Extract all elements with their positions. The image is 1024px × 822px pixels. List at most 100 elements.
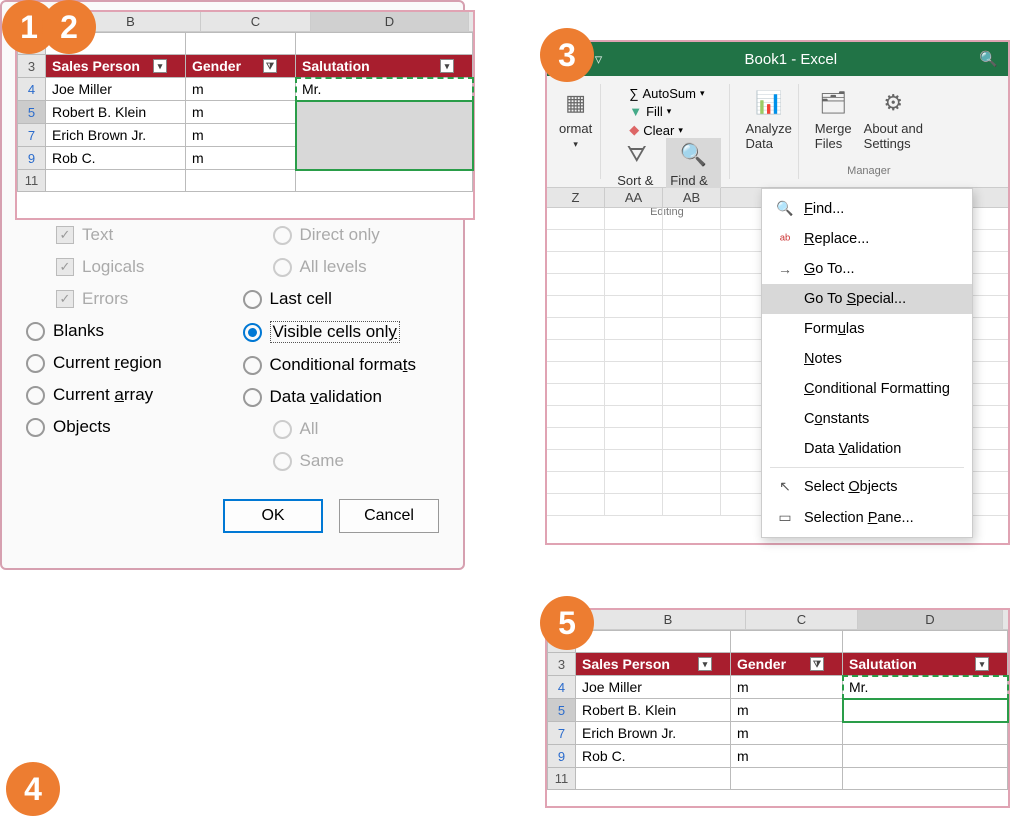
filter-icon[interactable]: ▾ [975,657,989,671]
radio-dv-all: All [243,413,440,445]
cell[interactable]: Robert B. Klein [46,101,186,124]
row-header[interactable]: 11 [548,768,576,790]
step-badge-5: 5 [540,596,594,650]
col-header[interactable]: AB [663,188,721,207]
radio-objects[interactable]: Objects [26,411,223,443]
cell[interactable]: Rob C. [46,147,186,170]
row-header[interactable]: 3 [548,653,576,676]
radio-data-validation[interactable]: Data validation [243,381,440,413]
ok-button[interactable]: OK [223,499,323,533]
dd-selection-pane[interactable]: ▭Selection Pane... [762,502,972,533]
radio-dv-same: Same [243,445,440,477]
cell[interactable]: m [186,78,296,101]
dd-goto-special[interactable]: Go To Special... [762,284,972,314]
cell[interactable]: Robert B. Klein [576,699,731,722]
cell[interactable]: m [186,147,296,170]
dd-select-objects[interactable]: ↖Select Objects [762,471,972,502]
col-header[interactable]: AA [605,188,663,207]
cell[interactable]: Erich Brown Jr. [576,722,731,745]
cell[interactable]: m [186,124,296,147]
filter-icon[interactable]: ⧩ [263,59,277,73]
table-header[interactable]: Salutation▾ [843,653,1008,676]
row-header[interactable]: 4 [548,676,576,699]
workbook-title: Book1 - Excel [745,51,838,68]
radio-cond-formats[interactable]: Conditional formats [243,349,440,381]
clear-button[interactable]: ◆ Clear ▾ [629,122,704,138]
radio-current-region[interactable]: Current region [26,347,223,379]
row-header[interactable]: 11 [18,170,46,192]
filter-icon[interactable]: ▾ [440,59,454,73]
merge-button[interactable]: 🗂MergeFiles [811,86,856,153]
dd-data-validation[interactable]: Data Validation [762,434,972,464]
cell[interactable]: m [186,101,296,124]
replace-icon: ᵃᵇ [776,231,794,247]
dd-formulas[interactable]: Formulas [762,314,972,344]
search-icon[interactable]: 🔍 [979,50,998,68]
sort-icon: ᗊ [622,140,652,170]
table-header[interactable]: Gender⧩ [186,55,296,78]
table-header[interactable]: Sales Person▾ [46,55,186,78]
about-button[interactable]: ⚙About andSettings [860,86,927,153]
radio-current-array[interactable]: Current array [26,379,223,411]
radio-direct-only: Direct only [243,219,440,251]
analyze-icon: 📊 [754,88,784,118]
row-header[interactable]: 3 [18,55,46,78]
row-header[interactable]: 4 [18,78,46,101]
sigma-icon: ∑ [629,86,638,101]
dd-cond-format[interactable]: Conditional Formatting [762,374,972,404]
row-header[interactable]: 7 [548,722,576,745]
dd-constants[interactable]: Constants [762,404,972,434]
cell[interactable]: Rob C. [576,745,731,768]
cell[interactable]: m [731,676,843,699]
radio-visible-cells[interactable]: Visible cells only [243,315,440,349]
filter-icon[interactable]: ⧩ [810,657,824,671]
dd-find[interactable]: 🔍Find... [762,193,972,224]
table-header[interactable]: Salutation▾ [296,55,473,78]
format-button[interactable]: ▦ormat▾ [555,86,596,152]
radio-last-cell[interactable]: Last cell [243,283,440,315]
cell[interactable]: m [731,745,843,768]
col-header[interactable]: Z [547,188,605,207]
col-header[interactable]: C [746,610,858,629]
filter-icon[interactable]: ▾ [698,657,712,671]
fill-icon: ▼ [629,104,642,119]
cell[interactable]: Joe Miller [576,676,731,699]
dd-replace[interactable]: ᵃᵇReplace... [762,224,972,254]
fill-button[interactable]: ▼ Fill ▾ [629,104,704,119]
find-icon: 🔍 [678,140,708,170]
radio-all-levels: All levels [243,251,440,283]
find-select-dropdown: 🔍Find... ᵃᵇReplace... →Go To... Go To Sp… [761,188,973,538]
cancel-button[interactable]: Cancel [339,499,439,533]
cell[interactable]: Mr. [843,676,1008,699]
search-icon: 🔍 [776,200,794,217]
col-header[interactable]: D [858,610,1003,629]
row-header[interactable]: 9 [18,147,46,170]
step-badge-3: 3 [540,28,594,82]
cell[interactable] [843,745,1008,768]
row-header[interactable]: 5 [18,101,46,124]
cell[interactable]: Joe Miller [46,78,186,101]
table-header[interactable]: Sales Person▾ [576,653,731,676]
row-header[interactable]: 5 [548,699,576,722]
row-header[interactable]: 9 [548,745,576,768]
cell[interactable]: Erich Brown Jr. [46,124,186,147]
cell-selection[interactable] [296,101,473,170]
cell[interactable]: m [731,699,843,722]
row-header[interactable]: 7 [18,124,46,147]
cell-active[interactable] [843,699,1008,722]
radio-blanks[interactable]: Blanks [26,315,223,347]
col-header[interactable]: C [201,12,311,31]
autosum-button[interactable]: ∑ AutoSum ▾ [629,86,704,101]
analyze-button[interactable]: 📊AnalyzeData [742,86,796,153]
cell[interactable] [843,722,1008,745]
table-header[interactable]: Gender⧩ [731,653,843,676]
filter-icon[interactable]: ▾ [153,59,167,73]
col-header[interactable]: D [311,12,469,31]
dd-goto[interactable]: →Go To... [762,254,972,284]
dd-notes[interactable]: Notes [762,344,972,374]
cell[interactable]: Mr. [296,78,473,101]
merge-icon: 🗂 [818,88,848,118]
goto-icon: → [776,261,794,277]
cell[interactable]: m [731,722,843,745]
col-header[interactable]: B [591,610,746,629]
